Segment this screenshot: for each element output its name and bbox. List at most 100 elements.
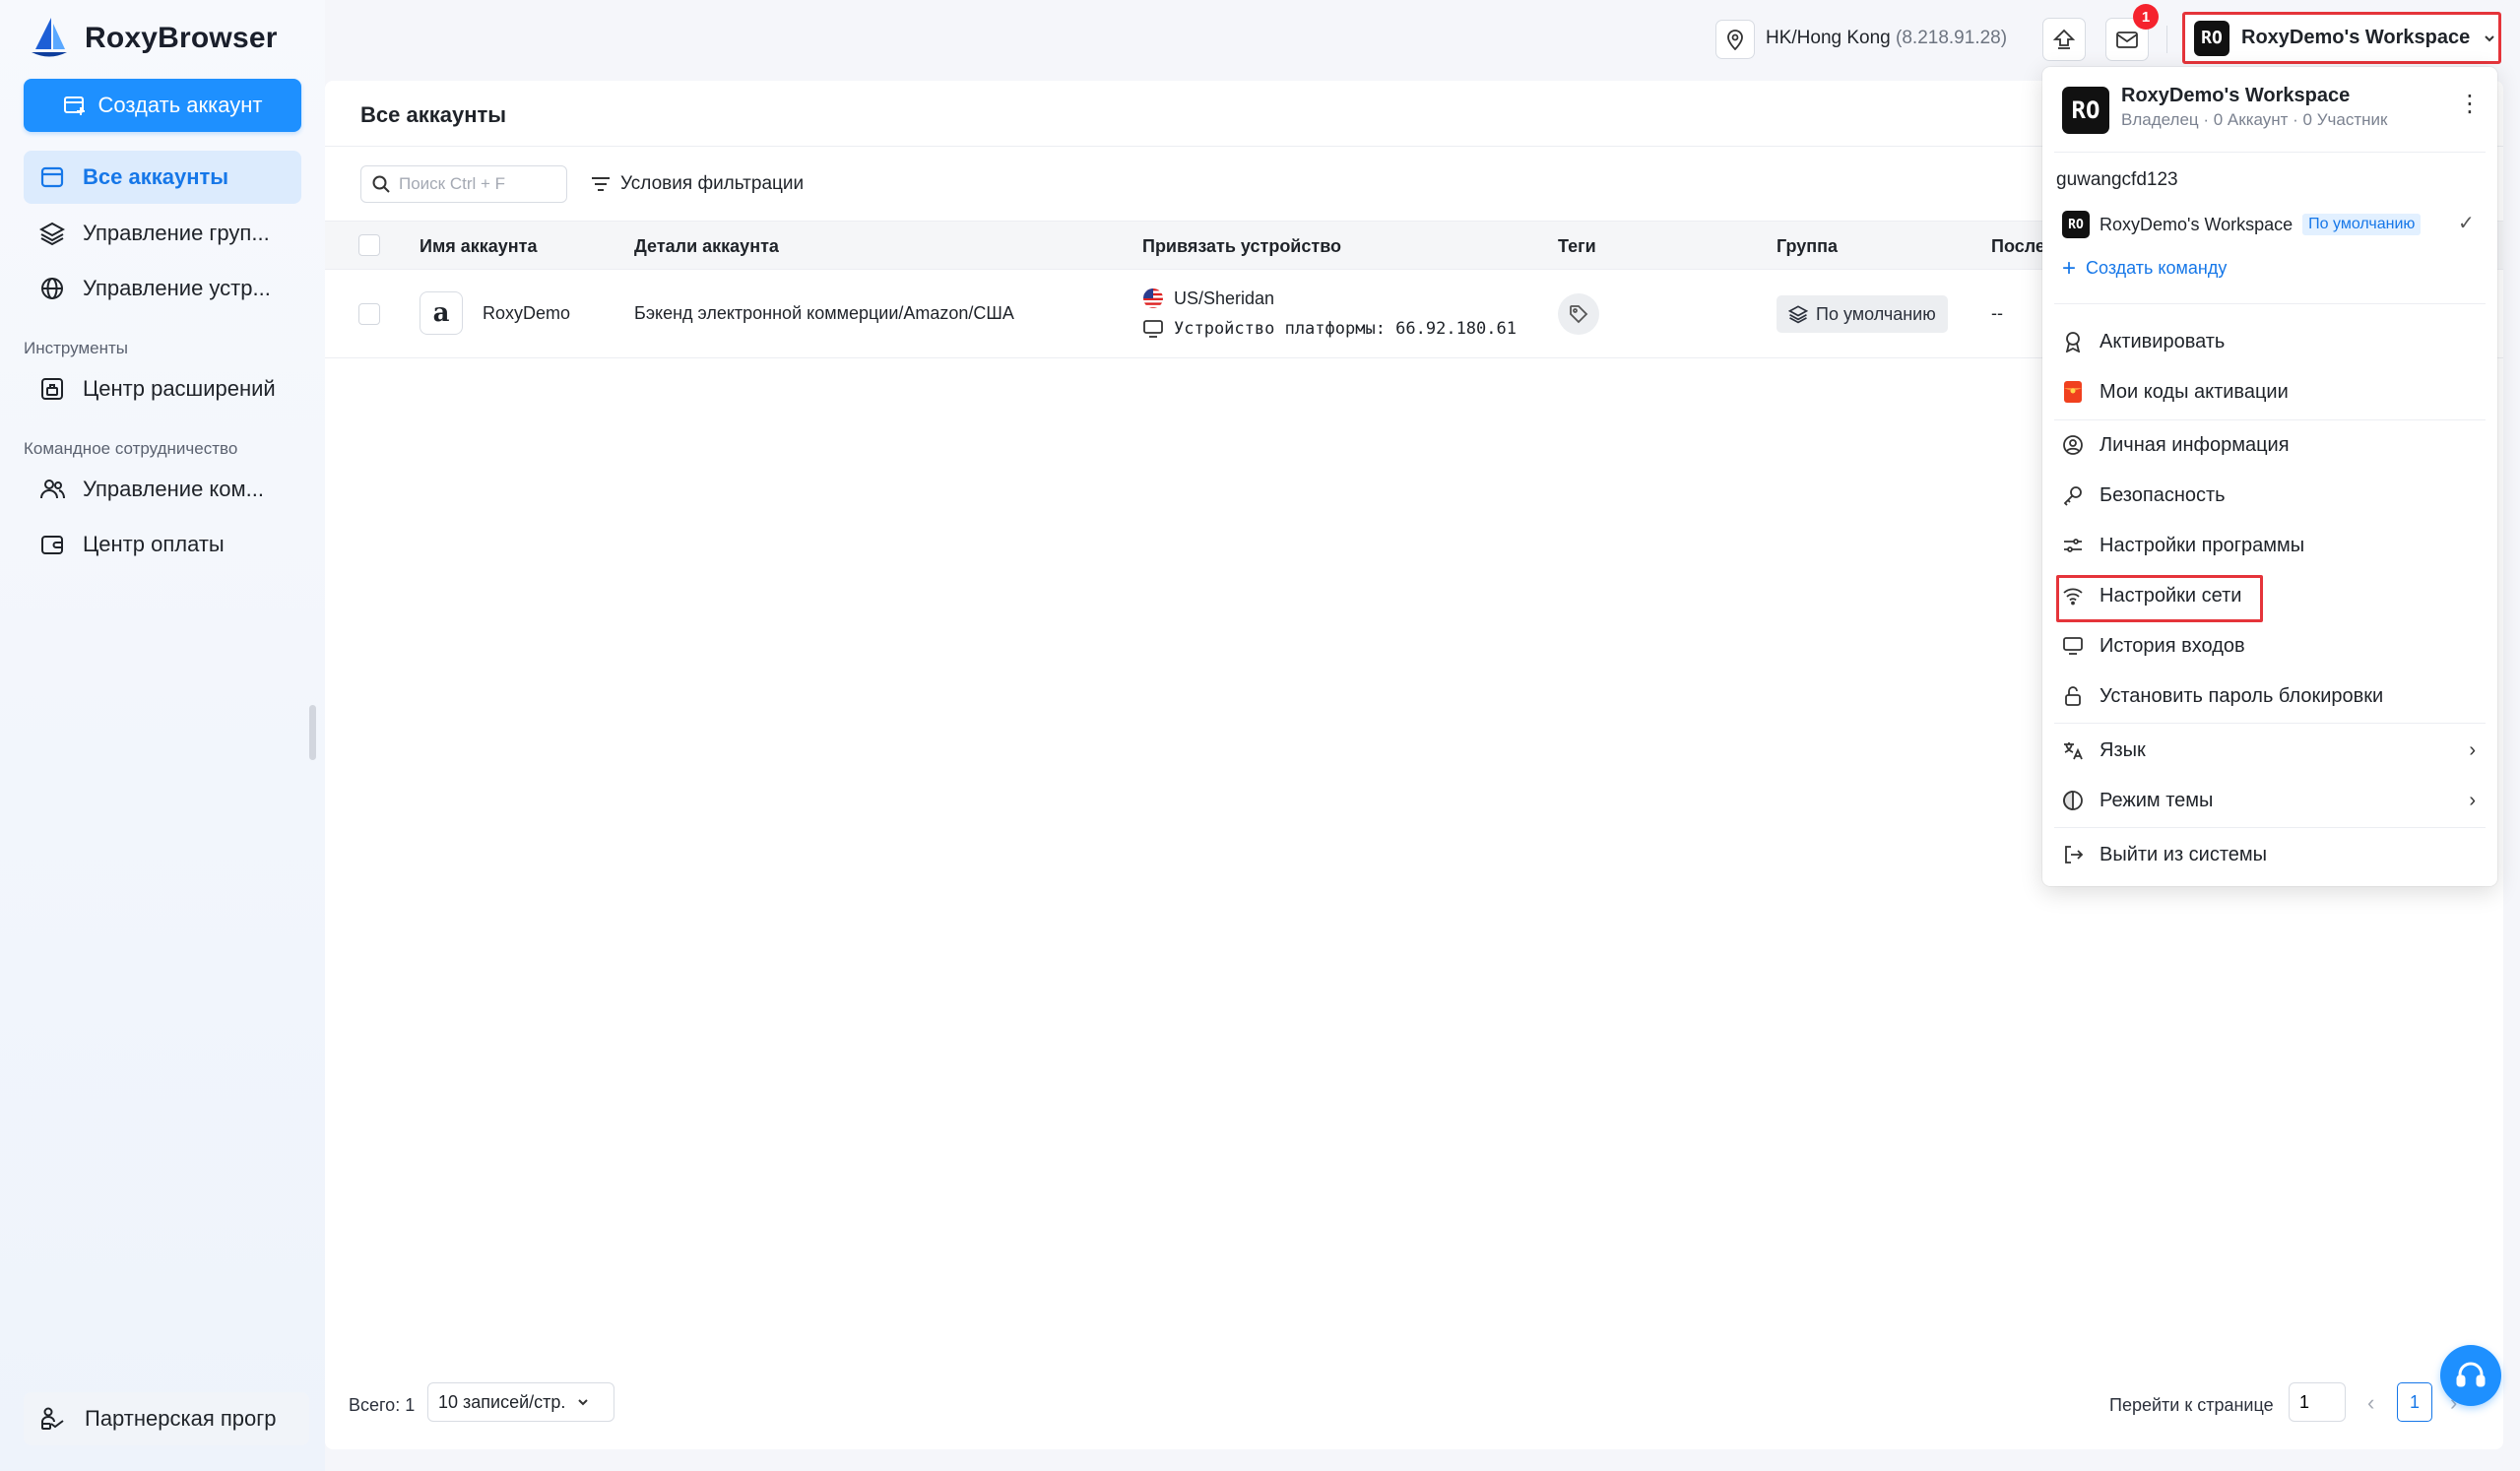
- group-badge[interactable]: По умолчанию: [1777, 295, 1948, 333]
- search-box[interactable]: [360, 165, 567, 203]
- menu-activate[interactable]: Активировать: [2062, 325, 2476, 358]
- col-account-details[interactable]: Детали аккаунта: [634, 236, 779, 257]
- add-window-icon: [63, 96, 85, 115]
- menu-activation-codes-label: Мои коды активации: [2100, 380, 2289, 403]
- partner-program-button[interactable]: Партнерская прогр: [24, 1392, 309, 1445]
- nav-extension-center[interactable]: Центр расширений: [24, 362, 301, 416]
- logo[interactable]: RoxyBrowser: [28, 16, 278, 61]
- notification-badge: 1: [2133, 4, 2159, 30]
- chevron-down-icon: [2485, 34, 2494, 41]
- sliders-icon: [2064, 539, 2082, 552]
- dropdown-workspace-name: RoxyDemo's Workspace: [2121, 85, 2351, 106]
- dropdown-divider: [2054, 723, 2486, 724]
- device-location-text: US/Sheridan: [1174, 288, 1275, 308]
- add-tag-button[interactable]: [1558, 293, 1599, 335]
- upload-button[interactable]: [2042, 18, 2086, 61]
- topbar-divider: [2166, 26, 2167, 53]
- row-checkbox[interactable]: [358, 303, 380, 325]
- select-all-checkbox[interactable]: [358, 234, 380, 256]
- window-icon: [40, 166, 64, 188]
- prev-page-icon[interactable]: ‹: [2367, 1390, 2374, 1416]
- account-name[interactable]: RoxyDemo: [483, 303, 570, 324]
- amazon-icon: a: [420, 291, 463, 335]
- extension-icon: [41, 378, 63, 400]
- nav-extension-label: Центр расширений: [83, 376, 276, 401]
- chevron-down-icon: [578, 1399, 589, 1406]
- nav-payment-center[interactable]: Центр оплаты: [24, 518, 301, 571]
- key-icon: [2063, 486, 2082, 506]
- app-name: RoxyBrowser: [85, 22, 278, 54]
- col-last[interactable]: После: [1991, 236, 2045, 257]
- search-input[interactable]: [399, 174, 556, 194]
- menu-theme-mode[interactable]: Режим темы ›: [2062, 784, 2476, 817]
- menu-logout[interactable]: Выйти из системы: [2062, 838, 2476, 871]
- menu-network-settings[interactable]: Настройки сети: [2062, 579, 2476, 612]
- menu-network-settings-label: Настройки сети: [2100, 584, 2242, 607]
- menu-activation-codes[interactable]: Мои коды активации: [2062, 375, 2476, 409]
- col-group[interactable]: Группа: [1777, 236, 1838, 257]
- wallet-icon: [41, 536, 63, 554]
- filter-conditions-button[interactable]: Условия фильтрации: [591, 173, 804, 195]
- location-pin-button[interactable]: [1715, 20, 1755, 59]
- menu-login-history[interactable]: История входов: [2062, 629, 2476, 663]
- handshake-icon: [41, 1407, 64, 1430]
- sidebar-scrollbar[interactable]: [309, 705, 316, 760]
- goto-page-input[interactable]: [2289, 1382, 2346, 1422]
- theme-icon: [2063, 791, 2083, 810]
- menu-lock-password-label: Установить пароль блокировки: [2100, 684, 2384, 707]
- menu-app-settings[interactable]: Настройки программы: [2062, 529, 2476, 562]
- nav-team-label: Управление ком...: [83, 477, 264, 501]
- menu-personal-info-label: Личная информация: [2100, 433, 2290, 456]
- page-1-button[interactable]: 1: [2397, 1382, 2432, 1422]
- col-bind-device[interactable]: Привязать устройство: [1142, 236, 1341, 257]
- location-pin-icon: [1727, 30, 1743, 50]
- menu-login-history-label: История входов: [2100, 634, 2245, 657]
- dropdown-workspace-meta: Владелец · 0 Аккаунт · 0 Участник: [2121, 110, 2388, 129]
- support-button[interactable]: [2440, 1345, 2501, 1406]
- menu-logout-label: Выйти из системы: [2100, 843, 2268, 865]
- workspace-switcher[interactable]: RO RoxyDemo's Workspace: [2182, 12, 2501, 64]
- create-team-button[interactable]: + Создать команду: [2062, 254, 2228, 282]
- menu-security[interactable]: Безопасность: [2062, 479, 2476, 512]
- sidebar: RoxyBrowser Создать аккаунт Все аккаунты…: [0, 0, 325, 1471]
- logo-sail-icon: [32, 18, 67, 57]
- create-account-label: Создать аккаунт: [97, 93, 263, 117]
- team-option-roxydemo[interactable]: RO RoxyDemo's Workspace По умолчанию: [2062, 211, 2422, 238]
- col-account-name[interactable]: Имя аккаунта: [420, 236, 538, 257]
- user-circle-icon: [2063, 435, 2083, 455]
- dropdown-divider: [2054, 303, 2486, 304]
- nav-group-management[interactable]: Управление груп...: [24, 207, 301, 260]
- device-platform-text: Устройство платформы: 66.92.180.61: [1174, 319, 1517, 339]
- default-badge: По умолчанию: [2302, 214, 2422, 235]
- location-text: HK/Hong Kong (8.218.91.28): [1766, 28, 2007, 49]
- col-tags[interactable]: Теги: [1558, 236, 1596, 257]
- partner-program-label: Партнерская прогр: [85, 1406, 277, 1431]
- lock-icon: [2065, 686, 2081, 706]
- tag-icon: [1570, 305, 1588, 324]
- menu-lock-password[interactable]: Установить пароль блокировки: [2062, 679, 2476, 713]
- checkmark-icon: ✓: [2458, 213, 2475, 234]
- plus-icon: +: [2062, 254, 2077, 282]
- mail-icon: [2116, 32, 2138, 48]
- goto-page-label: Перейти к странице: [2109, 1395, 2274, 1415]
- last-value: --: [1991, 303, 2003, 323]
- device-platform: Устройство платформы: 66.92.180.61: [1142, 319, 1517, 339]
- nav-team-management[interactable]: Управление ком...: [24, 463, 301, 516]
- create-account-button[interactable]: Создать аккаунт: [24, 79, 301, 132]
- menu-language-label: Язык: [2100, 738, 2146, 761]
- create-team-label: Создать команду: [2086, 258, 2228, 278]
- more-options-icon[interactable]: ⋮: [2458, 93, 2482, 116]
- location-name: HK/Hong Kong: [1766, 28, 1891, 48]
- chevron-right-icon: ›: [2469, 789, 2476, 811]
- group-badge-label: По умолчанию: [1816, 303, 1936, 324]
- upload-icon: [2052, 29, 2076, 49]
- monitor-icon: [2063, 637, 2083, 655]
- nav-all-accounts[interactable]: Все аккаунты: [24, 151, 301, 204]
- menu-language[interactable]: Язык ›: [2062, 734, 2476, 767]
- menu-app-settings-label: Настройки программы: [2100, 534, 2305, 556]
- page-size-select[interactable]: 10 записей/стр.: [427, 1382, 614, 1422]
- nav-device-management[interactable]: Управление устр...: [24, 262, 301, 315]
- total-count: Всего: 1: [349, 1395, 416, 1415]
- award-icon: [2065, 332, 2081, 352]
- menu-personal-info[interactable]: Личная информация: [2062, 428, 2476, 462]
